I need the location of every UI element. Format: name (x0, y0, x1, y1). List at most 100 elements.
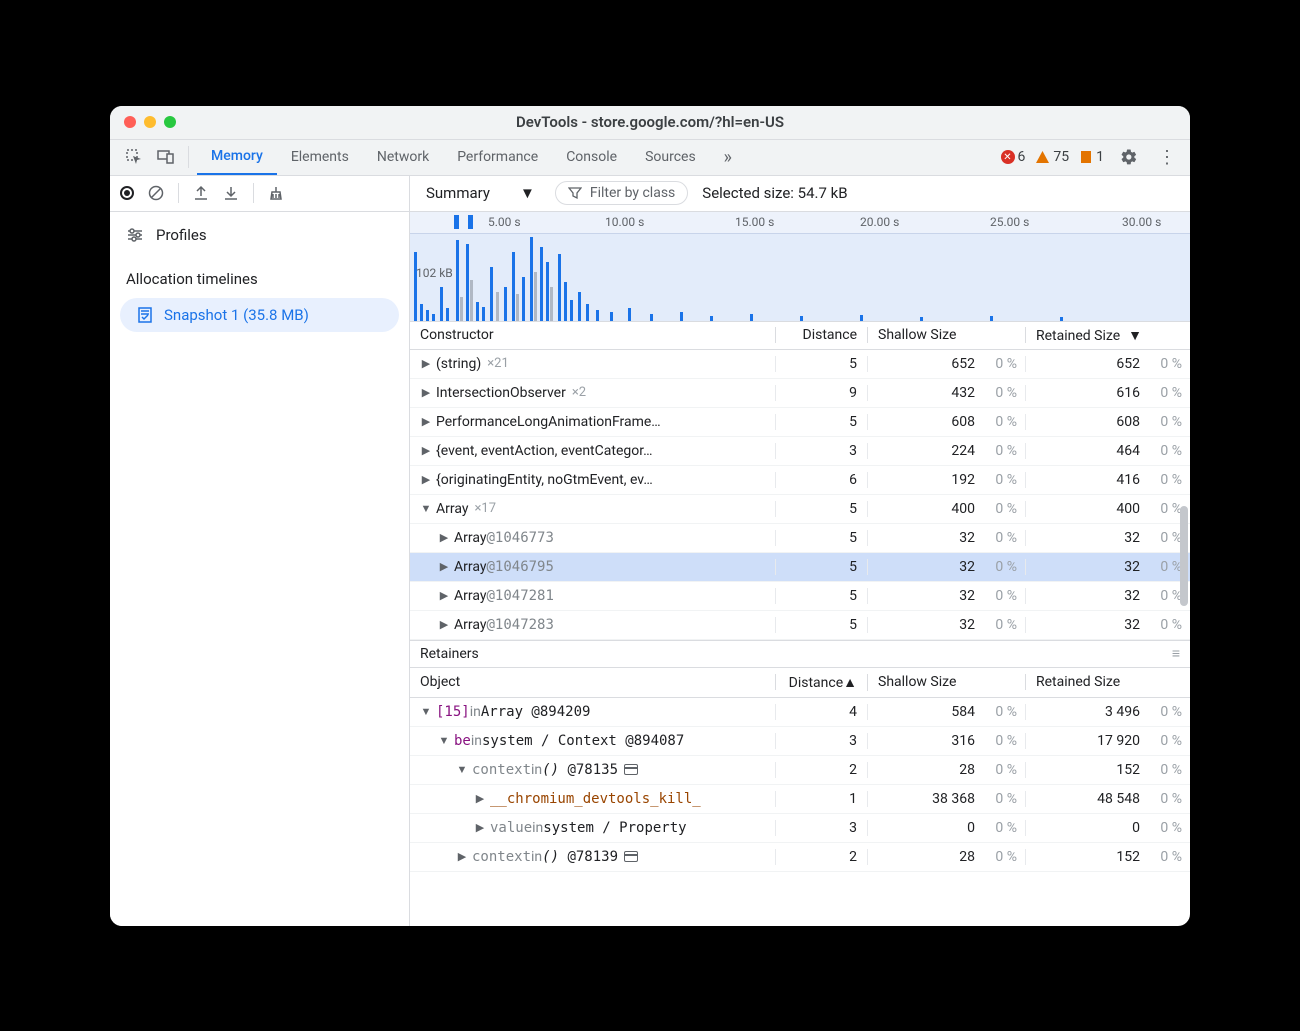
panel-tabs: MemoryElementsNetworkPerformanceConsoleS… (110, 140, 1190, 176)
upload-icon[interactable] (193, 185, 209, 201)
warnings-count: 75 (1053, 149, 1069, 165)
timeline-bar (540, 247, 543, 322)
retainer-row[interactable]: ▶context in () @78139 2 280 % 1520 % (410, 843, 1190, 872)
filter-input[interactable]: Filter by class (555, 181, 688, 205)
col-distance[interactable]: Distance (776, 327, 868, 343)
table-row[interactable]: ▶PerformanceLongAnimationFrame… 5 6080 %… (410, 408, 1190, 437)
tab-memory[interactable]: Memory (197, 140, 277, 175)
timeline-bar (482, 307, 485, 322)
sweep-icon[interactable] (268, 185, 284, 201)
table-row[interactable]: ▶Array @1046795 5 320 % 320 % (410, 553, 1190, 582)
timeline-bar (432, 314, 435, 322)
retainer-row[interactable]: ▶__chromium_devtools_kill_ 1 38 3680 % 4… (410, 785, 1190, 814)
retainer-row[interactable]: ▶value in system / Property 3 00 % 00 % (410, 814, 1190, 843)
timeline-bar (680, 312, 683, 322)
table-row[interactable]: ▶Array @1047283 5 320 % 320 % (410, 611, 1190, 640)
download-icon[interactable] (223, 185, 239, 201)
issue-icon (1079, 150, 1093, 164)
col-retained-label: Retained Size (1036, 328, 1120, 344)
device-icon[interactable] (152, 143, 180, 171)
timeline-bar (440, 287, 443, 322)
retainers-title: Retainers (420, 646, 479, 662)
timeline-bar (522, 277, 525, 322)
retainers-body: ▼[15] in Array @894209 4 5840 % 3 4960 %… (410, 698, 1190, 872)
col-distance[interactable]: Distance▲ (776, 674, 868, 691)
snapshot-label: Snapshot 1 (35.8 MB) (164, 306, 309, 324)
col-retained[interactable]: Retained Size (1026, 674, 1190, 690)
timeline-bar (610, 312, 613, 322)
summary-label: Summary (426, 184, 490, 202)
issues-badge[interactable]: 1 (1079, 149, 1104, 165)
separator (253, 183, 254, 203)
more-tabs-icon[interactable]: » (714, 143, 742, 171)
devtools-window: DevTools - store.google.com/?hl=en-US Me… (110, 106, 1190, 926)
timeline-bar (466, 244, 469, 322)
gear-icon[interactable] (1114, 148, 1144, 166)
timeline-bar (470, 280, 473, 322)
scrollbar[interactable] (1180, 506, 1188, 606)
time-tick: 25.00 s (990, 215, 1029, 229)
timeline-bar (420, 304, 423, 322)
timeline-bar (1060, 317, 1063, 322)
timeline-bar (564, 282, 567, 322)
selection-handle-right[interactable] (468, 215, 473, 229)
window-title: DevTools - store.google.com/?hl=en-US (110, 113, 1190, 131)
timeline-bar (546, 262, 549, 322)
menu-icon[interactable]: ≡ (1172, 645, 1180, 662)
warnings-badge[interactable]: 75 (1035, 149, 1069, 165)
table-row[interactable]: ▶Array @1046773 5 320 % 320 % (410, 524, 1190, 553)
record-icon[interactable] (120, 186, 134, 200)
separator (178, 183, 179, 203)
tab-console[interactable]: Console (552, 140, 631, 175)
timeline-bar (512, 252, 515, 322)
table-row[interactable]: ▶(string)×21 5 6520 % 6520 % (410, 350, 1190, 379)
status-badges: ✕ 6 75 1 ⋮ (1001, 147, 1181, 168)
issues-count: 1 (1096, 149, 1104, 165)
summary-dropdown[interactable]: Summary ▼ (420, 184, 541, 202)
tab-sources[interactable]: Sources (631, 140, 710, 175)
errors-badge[interactable]: ✕ 6 (1001, 149, 1026, 165)
clear-icon[interactable] (148, 185, 164, 201)
snapshot-icon (136, 306, 154, 324)
col-shallow[interactable]: Shallow Size (868, 674, 1026, 690)
timeline-bar (800, 316, 803, 322)
table-row[interactable]: ▶IntersectionObserver×2 9 4320 % 6160 % (410, 379, 1190, 408)
table-row[interactable]: ▶{originatingEntity, noGtmEvent, ev… 6 1… (410, 466, 1190, 495)
table-header: Constructor Distance Shallow Size Retain… (410, 322, 1190, 350)
inspect-icon[interactable] (120, 143, 148, 171)
timeline-bar (460, 297, 463, 322)
time-tick: 10.00 s (605, 215, 644, 229)
table-row[interactable]: ▶Array @1047281 5 320 % 320 % (410, 582, 1190, 611)
timeline-bar (534, 272, 537, 322)
allocation-timeline[interactable]: 5.00 s 10.00 s 15.00 s 20.00 s 25.00 s 3… (410, 212, 1190, 322)
timeline-bar (578, 292, 581, 322)
tab-network[interactable]: Network (363, 140, 443, 175)
sort-desc-icon: ▼ (1128, 328, 1142, 344)
col-shallow[interactable]: Shallow Size (868, 327, 1026, 343)
snapshot-item[interactable]: Snapshot 1 (35.8 MB) (120, 298, 399, 332)
tab-elements[interactable]: Elements (277, 140, 363, 175)
col-constructor[interactable]: Constructor (410, 327, 776, 343)
selection-handle-left[interactable] (454, 215, 459, 229)
retainer-row[interactable]: ▼context in () @78135 2 280 % 1520 % (410, 756, 1190, 785)
kebab-menu-icon[interactable]: ⋮ (1154, 147, 1180, 168)
time-ruler: 5.00 s 10.00 s 15.00 s 20.00 s 25.00 s 3… (410, 212, 1190, 234)
time-tick: 5.00 s (488, 215, 521, 229)
tab-performance[interactable]: Performance (443, 140, 552, 175)
retainer-row[interactable]: ▼be in system / Context @894087 3 3160 %… (410, 727, 1190, 756)
timeline-bar (558, 254, 561, 322)
retainers-table-header: Object Distance▲ Shallow Size Retained S… (410, 668, 1190, 698)
profiles-header[interactable]: Profiles (110, 212, 409, 252)
sort-asc-icon: ▲ (843, 675, 857, 691)
timeline-ylabel: 102 kB (416, 266, 453, 280)
constructors-table: Constructor Distance Shallow Size Retain… (410, 322, 1190, 640)
sidebar: Profiles Allocation timelines Snapshot 1… (110, 176, 410, 926)
col-object[interactable]: Object (410, 674, 776, 690)
timeline-bar (586, 304, 589, 322)
col-retained[interactable]: Retained Size ▼ (1026, 327, 1190, 344)
retainer-row[interactable]: ▼[15] in Array @894209 4 5840 % 3 4960 % (410, 698, 1190, 727)
filter-icon (568, 186, 582, 200)
errors-count: 6 (1018, 149, 1026, 165)
table-row[interactable]: ▶{event, eventAction, eventCategor… 3 22… (410, 437, 1190, 466)
table-row[interactable]: ▼Array×17 5 4000 % 4000 % (410, 495, 1190, 524)
